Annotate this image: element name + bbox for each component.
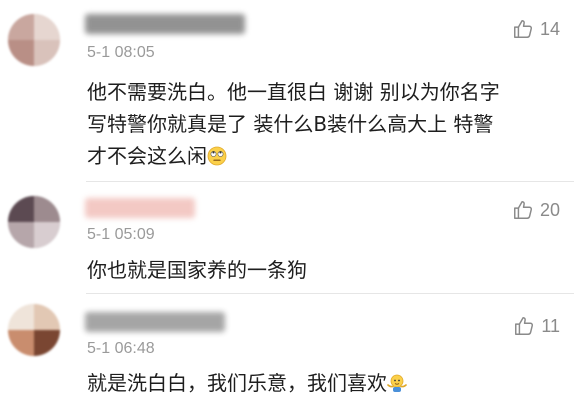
comment-text: 你也就是国家养的一条狗 (87, 254, 557, 286)
like-count: 20 (539, 199, 560, 220)
like-button[interactable]: 20 (512, 199, 560, 221)
like-count: 11 (541, 315, 560, 336)
eye-roll-emoji-icon (207, 146, 227, 166)
comment-text-line: 就是洗白白，我们乐意，我们喜欢 (87, 367, 557, 399)
like-button[interactable]: 14 (512, 18, 560, 40)
thumbs-up-icon (515, 317, 534, 335)
username[interactable] (85, 14, 245, 34)
comment-text: 他不需要洗白。他一直很白 谢谢 别以为你名字 写特警你就真是了 装什么B装什么高… (87, 76, 557, 172)
comment-text-span: 才不会这么闲 (87, 144, 207, 168)
like-button[interactable]: 11 (513, 315, 560, 337)
comment-item: 5-1 05:09 20 你也就是国家养的一条狗 (0, 182, 574, 292)
comment-item: 5-1 08:05 14 他不需要洗白。他一直很白 谢谢 别以为你名字 写特警你… (0, 0, 574, 180)
comment-time: 5-1 05:09 (87, 226, 155, 243)
comment-text-line: 才不会这么闲 (87, 140, 557, 172)
avatar[interactable] (8, 304, 60, 356)
username[interactable] (85, 312, 225, 332)
comment-time: 5-1 06:48 (87, 340, 155, 357)
comment-text: 就是洗白白，我们乐意，我们喜欢 (87, 367, 557, 399)
comment-text-line: 你也就是国家养的一条狗 (87, 258, 307, 282)
comment-text-line: 写特警你就真是了 装什么B装什么高大上 特警 (87, 112, 494, 136)
comment-item: 5-1 06:48 11 就是洗白白，我们乐意，我们喜欢 (0, 294, 574, 413)
like-count: 14 (539, 18, 560, 39)
username[interactable] (85, 198, 195, 218)
thumbs-up-icon (513, 20, 533, 38)
thumbs-up-icon (513, 201, 533, 219)
comment-time: 5-1 08:05 (87, 44, 155, 61)
comment-text-line: 他不需要洗白。他一直很白 谢谢 别以为你名字 (87, 80, 500, 104)
avatar[interactable] (8, 14, 60, 66)
comment-text-span: 就是洗白白，我们乐意，我们喜欢 (87, 371, 387, 395)
avatar[interactable] (8, 196, 60, 248)
shrug-emoji-icon (387, 374, 407, 392)
